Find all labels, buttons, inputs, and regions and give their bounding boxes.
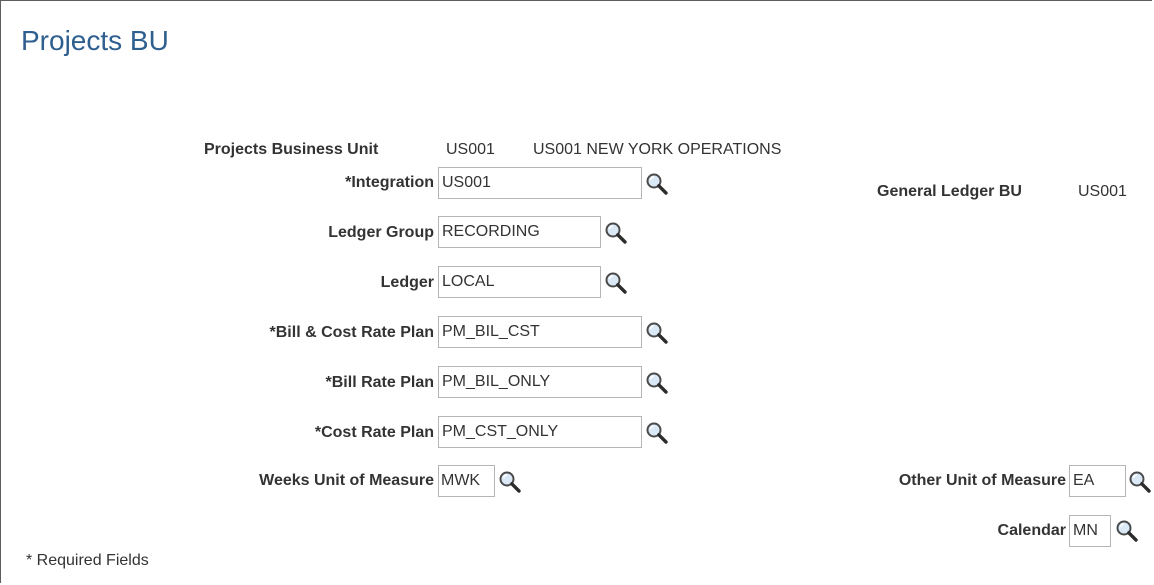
ledger-group-field[interactable]: RECORDING (438, 216, 601, 248)
bill-rate-plan-label: *Bill Rate Plan (325, 374, 434, 391)
projects-bu-code: US001 (446, 141, 495, 158)
gl-bu-label: General Ledger BU (877, 183, 1022, 200)
bill-rate-plan-field[interactable]: PM_BIL_ONLY (438, 366, 642, 398)
weeks-uom-label: Weeks Unit of Measure (259, 472, 434, 489)
projects-bu-label: Projects Business Unit (204, 141, 379, 158)
integration-lookup-icon[interactable] (645, 172, 669, 196)
weeks-uom-lookup-icon[interactable] (498, 470, 522, 494)
calendar-label: Calendar (997, 522, 1066, 539)
ledger-label: Ledger (380, 274, 434, 291)
projects-bu-description: US001 NEW YORK OPERATIONS (533, 141, 782, 158)
ledger-lookup-icon[interactable] (604, 271, 628, 295)
ledger-field[interactable]: LOCAL (438, 266, 601, 298)
other-uom-label: Other Unit of Measure (898, 472, 1066, 489)
bill-rate-plan-lookup-icon[interactable] (645, 371, 669, 395)
ledger-group-lookup-icon[interactable] (604, 221, 628, 245)
integration-label: *Integration (345, 174, 434, 191)
gl-bu-value: US001 (1078, 183, 1127, 200)
cost-rate-plan-lookup-icon[interactable] (645, 421, 669, 445)
bill-cost-rate-plan-field[interactable]: PM_BIL_CST (438, 316, 642, 348)
page-title: Projects BU (21, 25, 169, 56)
calendar-field[interactable]: MN (1069, 515, 1111, 547)
cost-rate-plan-label: *Cost Rate Plan (314, 424, 434, 441)
calendar-lookup-icon[interactable] (1115, 519, 1139, 543)
other-uom-lookup-icon[interactable] (1128, 470, 1152, 494)
ledger-group-label: Ledger Group (328, 224, 434, 241)
integration-field[interactable]: US001 (438, 167, 642, 199)
cost-rate-plan-field[interactable]: PM_CST_ONLY (438, 416, 642, 448)
weeks-uom-field[interactable]: MWK (438, 465, 495, 497)
bill-cost-rate-plan-label: *Bill & Cost Rate Plan (269, 324, 434, 341)
bill-cost-rate-plan-lookup-icon[interactable] (645, 321, 669, 345)
required-fields-note: * Required Fields (26, 552, 149, 569)
other-uom-field[interactable]: EA (1069, 465, 1126, 497)
